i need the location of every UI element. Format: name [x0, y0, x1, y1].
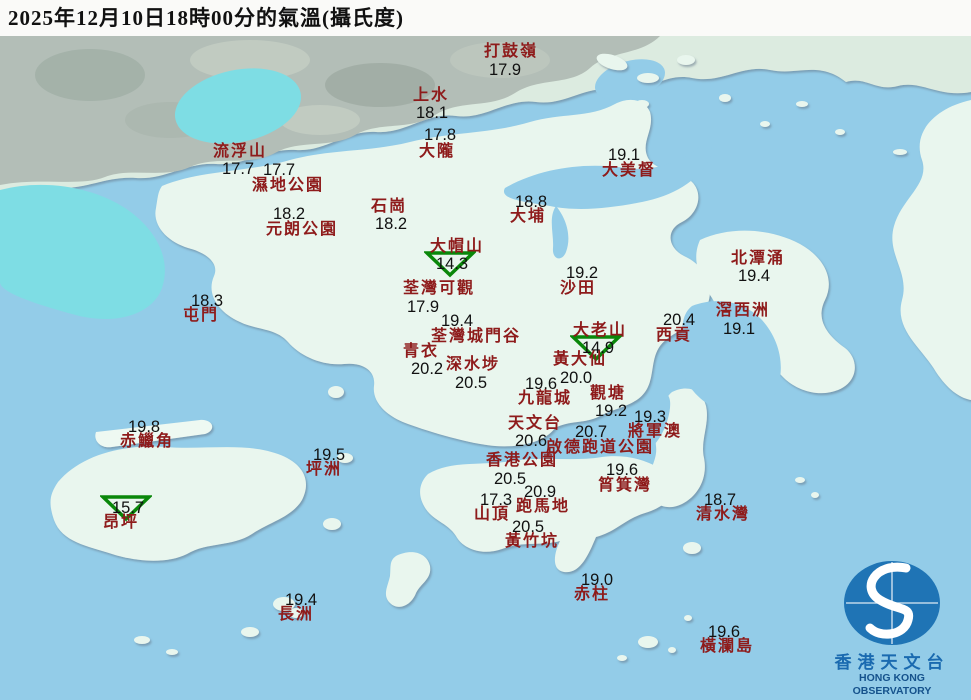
station-name: 荃灣可觀: [403, 281, 475, 297]
station-temp: 19.2: [566, 265, 598, 281]
station-name: 觀塘: [590, 386, 626, 402]
station-temp: 20.9: [524, 484, 556, 500]
station-temp: 17.7: [263, 162, 295, 178]
station-temp: 20.2: [411, 361, 443, 377]
station-name: 濕地公園: [252, 178, 324, 194]
station-temp: 19.3: [634, 409, 666, 425]
station-name: 昂坪: [103, 515, 139, 531]
station-name: 黃大仙: [553, 352, 607, 368]
station-temp: 17.8: [424, 127, 456, 143]
station-temp: 19.8: [128, 419, 160, 435]
station-temp: 19.2: [595, 403, 627, 419]
station-name: 香港公園: [486, 453, 558, 469]
station-temp: 19.5: [313, 447, 345, 463]
station-temp: 18.8: [515, 194, 547, 210]
hko-logo-english: HONG KONG OBSERVATORY: [819, 672, 965, 698]
station-name: 大隴: [419, 144, 455, 160]
station-temp: 19.6: [606, 462, 638, 478]
station-temp: 18.1: [416, 105, 448, 121]
station-temp: 17.7: [222, 161, 254, 177]
hko-logo: 香港天文台 HONG KONG OBSERVATORY: [819, 558, 965, 698]
temperature-map-screen: 2025年12月10日18時00分的氣溫(攝氏度) 打鼓嶺 17.9 上水18.1 大…: [0, 0, 971, 700]
station-name: 屯門: [183, 308, 219, 324]
station-temp: 18.2: [273, 206, 305, 222]
station-name: 大老山: [573, 323, 627, 339]
station-name: 跑馬地: [516, 499, 570, 515]
station-name: 九龍城: [518, 391, 572, 407]
station-name: 山頂: [474, 507, 510, 523]
station-name: 滘西洲: [716, 303, 770, 319]
station-temp: 15.7: [112, 500, 144, 516]
station-name: 坪洲: [306, 462, 342, 478]
station-temp: 20.6: [515, 433, 547, 449]
station-name: 橫瀾島: [700, 639, 754, 655]
station-name: 天文台: [508, 416, 562, 432]
station-temp: 17.3: [480, 492, 512, 508]
station-temp: 18.7: [704, 492, 736, 508]
station-name: 石崗: [371, 199, 407, 215]
station-temp: 19.0: [581, 572, 613, 588]
station-name: 荃灣城門谷: [431, 329, 521, 345]
station-temp: 19.4: [285, 592, 317, 608]
station-temp: 20.5: [494, 471, 526, 487]
station-name: 筲箕灣: [598, 478, 652, 494]
station-name: 赤鱲角: [120, 434, 174, 450]
station-temp: 17.9: [489, 62, 521, 78]
station-name: 西貢: [656, 328, 692, 344]
station-temp: 18.2: [375, 216, 407, 232]
station-name: 長洲: [278, 607, 314, 623]
station-name: 將軍澳: [628, 424, 682, 440]
station-temp: 18.3: [191, 293, 223, 309]
station-temp: 20.5: [512, 519, 544, 535]
station-name: 大埔: [510, 209, 546, 225]
station-name: 大美督: [602, 163, 656, 179]
station-name: 大帽山: [430, 239, 484, 255]
station-temp: 19.1: [608, 147, 640, 163]
station-temp: 19.6: [525, 376, 557, 392]
station-temp: 20.0: [560, 370, 592, 386]
station-name: 青衣: [403, 344, 439, 360]
station-name: 黃竹坑: [505, 534, 559, 550]
station-temp: 19.1: [723, 321, 755, 337]
station-temp: 19.4: [738, 268, 770, 284]
hko-logo-chinese: 香港天文台: [819, 653, 965, 672]
station-name: 沙田: [560, 281, 596, 297]
station-temp: 20.5: [455, 375, 487, 391]
station-name: 流浮山: [213, 144, 267, 160]
station-temp: 20.4: [663, 312, 695, 328]
station-name: 北潭涌: [731, 251, 785, 267]
station-name: 啟德跑道公園: [546, 440, 654, 456]
station-name: 打鼓嶺: [484, 44, 538, 60]
station-name: 赤柱: [574, 587, 610, 603]
station-temp: 19.6: [708, 624, 740, 640]
station-name: 上水: [413, 88, 449, 104]
hko-logo-icon: [840, 558, 944, 648]
station-temp: 17.9: [407, 299, 439, 315]
station-name: 清水灣: [696, 507, 750, 523]
station-temp: 20.7: [575, 424, 607, 440]
map-title: 2025年12月10日18時00分的氣溫(攝氏度): [0, 0, 971, 36]
station-temp: 14.3: [436, 256, 468, 272]
station-name: 元朗公園: [266, 222, 338, 238]
station-temp: 19.4: [441, 313, 473, 329]
station-name: 深水埗: [446, 357, 500, 373]
